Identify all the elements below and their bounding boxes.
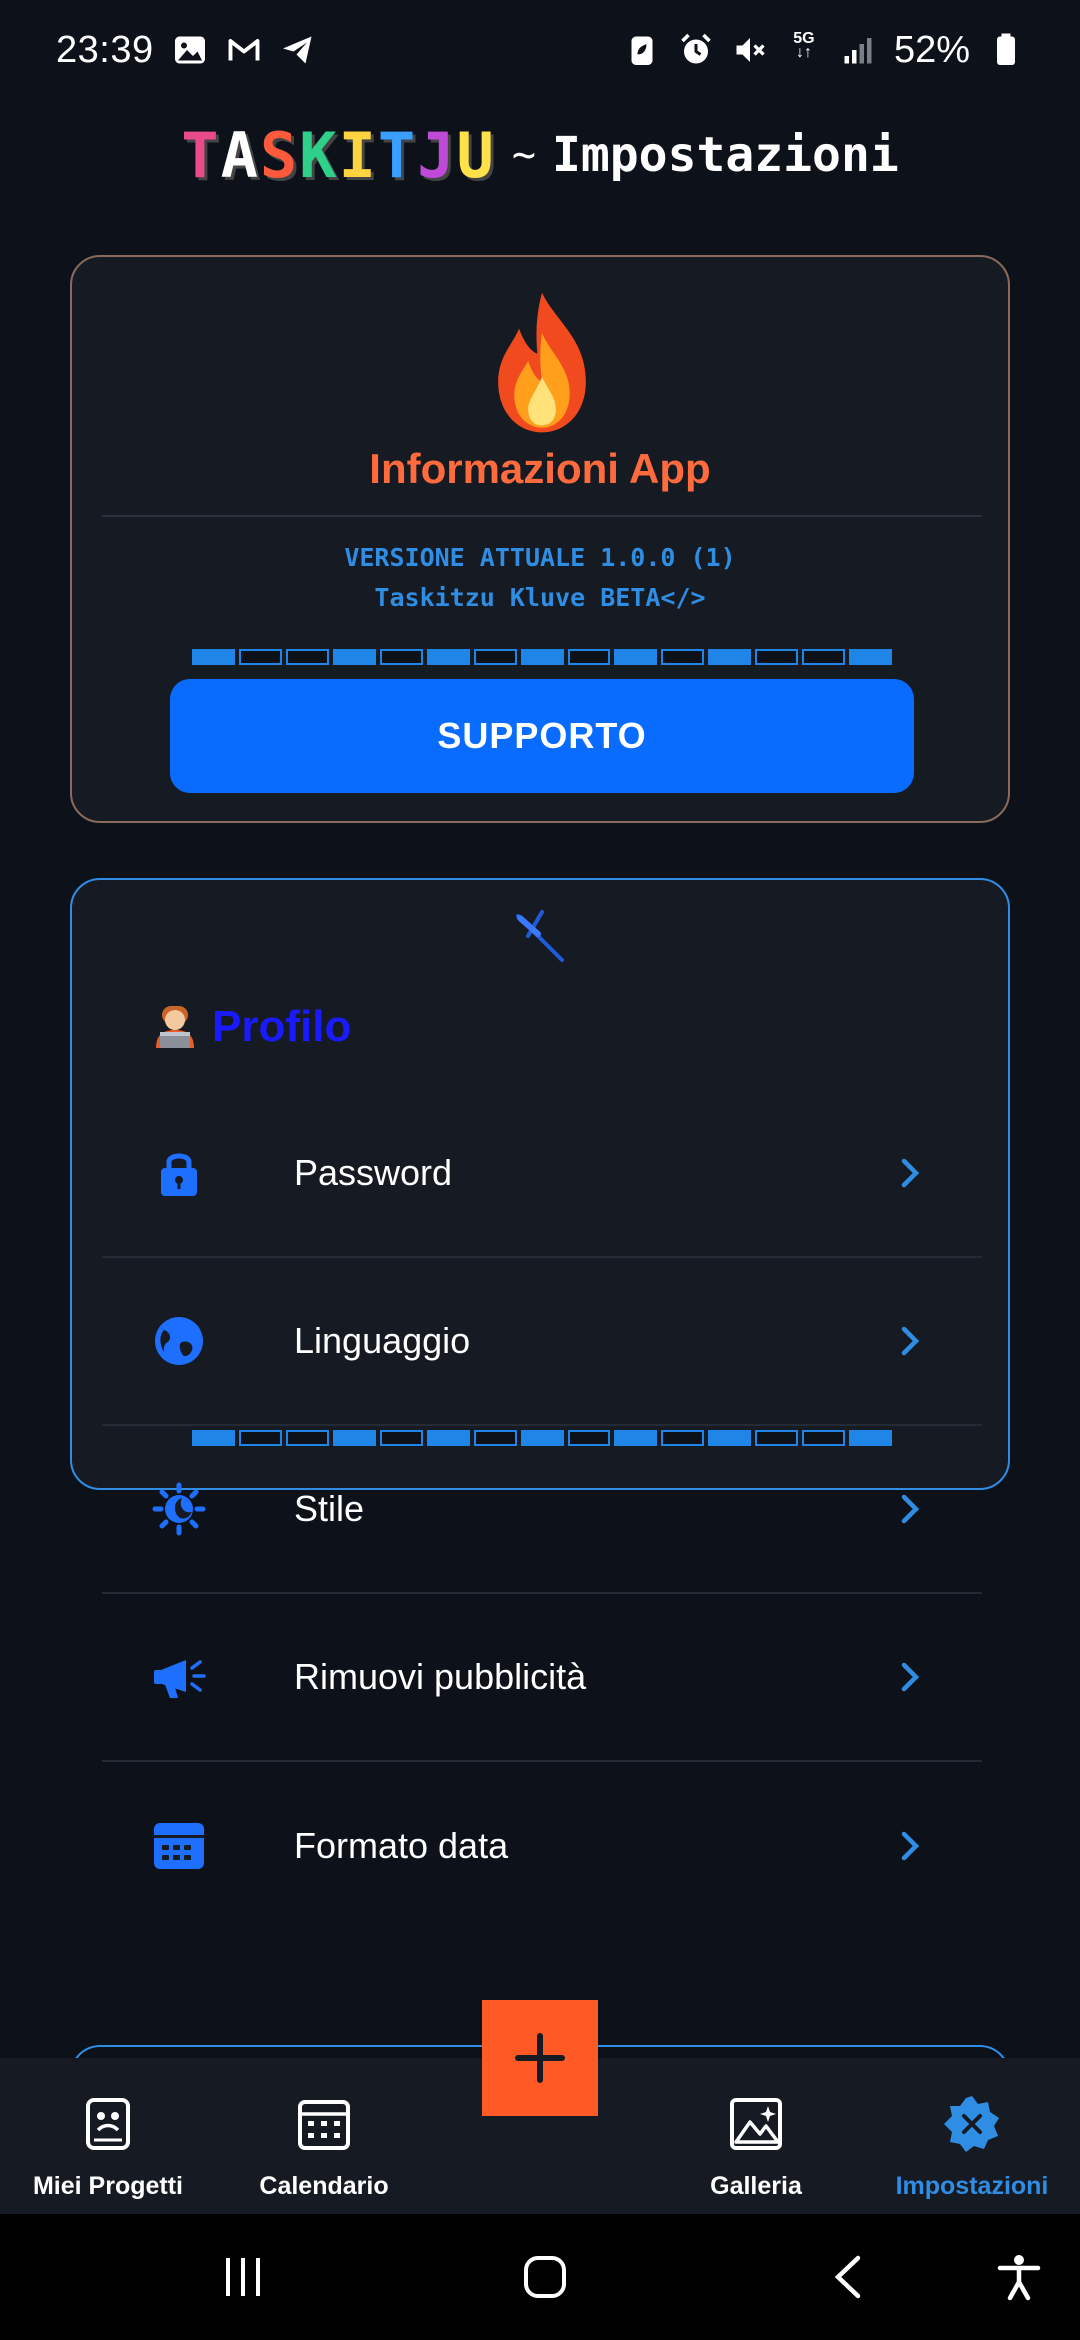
- settings-row-password[interactable]: Password: [102, 1090, 982, 1258]
- projects-icon: [86, 2098, 130, 2150]
- logo-letter: S: [259, 118, 300, 192]
- nav-item-settings[interactable]: Impostazioni: [864, 2094, 1080, 2201]
- chevron-right-icon: [901, 1326, 920, 1356]
- profile-card: Profilo Password Linguaggio Stile Rimuov…: [70, 878, 1010, 1869]
- megaphone-icon: [154, 1660, 206, 1698]
- chevron-right-icon: [901, 1494, 920, 1524]
- divider: [102, 515, 982, 517]
- app-header: TASKITJU ~ Impostazioni: [0, 110, 1080, 200]
- settings-icon: [944, 2096, 999, 2152]
- settings-row-style[interactable]: Stile: [102, 1426, 982, 1594]
- settings-row-label: Formato data: [294, 1825, 509, 1866]
- status-right: 5G ↓↑ 52%: [624, 29, 1024, 72]
- nav-item-gallery[interactable]: Galleria: [648, 2094, 864, 2201]
- page-title: Impostazioni: [551, 127, 899, 183]
- alarm-icon: [678, 32, 714, 68]
- info-card-title: Informazioni App: [369, 445, 711, 492]
- battery-icon: [988, 32, 1024, 68]
- lock-icon: [161, 1153, 197, 1196]
- home-icon[interactable]: [520, 2252, 570, 2302]
- logo-letter: A: [220, 118, 260, 192]
- nav-label: Impostazioni: [895, 2172, 1049, 2200]
- globe-icon: [155, 1317, 203, 1365]
- status-bar: 23:39 5G ↓↑ 52%: [0, 0, 1080, 100]
- plus-icon: [515, 2033, 565, 2083]
- mute-icon: [732, 32, 768, 68]
- settings-row-language[interactable]: Linguaggio: [102, 1258, 982, 1426]
- app-logo: TASKITJU: [181, 119, 496, 192]
- logo-letter: U: [456, 118, 496, 192]
- settings-row-remove-ads[interactable]: Rimuovi pubblicità: [102, 1594, 982, 1762]
- settings-list: Password Linguaggio Stile Rimuovi pubbli…: [102, 1090, 982, 1930]
- 5g-icon: 5G ↓↑: [793, 30, 815, 61]
- battery-saver-icon: [624, 32, 660, 68]
- logo-letter: J: [417, 118, 457, 192]
- chevron-right-icon: [901, 1662, 920, 1692]
- settings-row-label: Stile: [294, 1488, 365, 1529]
- build-text: Taskitzu Kluve BETA</>: [374, 583, 706, 612]
- gmail-icon: [226, 32, 262, 68]
- battery-percent: 52%: [893, 28, 970, 71]
- logo-letter: I: [338, 118, 378, 192]
- gallery-icon: [730, 2098, 782, 2150]
- decorative-strip: [192, 649, 893, 665]
- profile-title: Profilo: [212, 1002, 352, 1051]
- calendar-nav-icon: [298, 2100, 350, 2150]
- avatar-icon: [156, 1006, 194, 1048]
- back-icon[interactable]: [824, 2252, 874, 2302]
- nav-item-calendar[interactable]: Calendario: [216, 2094, 432, 2201]
- status-left: 23:39: [56, 29, 316, 72]
- version-text: VERSIONE ATTUALE 1.0.0 (1): [344, 543, 736, 572]
- calendar-icon: [154, 1823, 204, 1869]
- settings-row-label: Password: [294, 1152, 453, 1193]
- logo-letter: T: [181, 118, 221, 192]
- telegram-icon: [280, 32, 316, 68]
- nav-item-projects[interactable]: Miei Progetti: [0, 2094, 216, 2201]
- nav-label: Galleria: [710, 2172, 802, 2200]
- flame-icon: [498, 292, 586, 433]
- settings-row-label: Linguaggio: [294, 1320, 471, 1361]
- support-button[interactable]: SUPPORTO: [170, 679, 914, 793]
- signal-icon: [840, 32, 876, 68]
- nav-label: Miei Progetti: [32, 2172, 183, 2200]
- status-time: 23:39: [56, 28, 154, 71]
- header-separator: ~: [511, 132, 536, 178]
- hammer-icon: [516, 910, 564, 962]
- accessibility-icon[interactable]: [994, 2252, 1044, 2302]
- recents-icon[interactable]: [218, 2252, 268, 2302]
- profile-header: Profilo: [150, 1002, 351, 1052]
- chevron-right-icon: [901, 1831, 920, 1861]
- settings-row-label: Rimuovi pubblicità: [294, 1656, 587, 1697]
- logo-letter: K: [299, 118, 339, 192]
- network-label: 5G: [793, 30, 815, 47]
- add-button[interactable]: [482, 2000, 598, 2116]
- system-nav-bar: [0, 2214, 1080, 2340]
- logo-letter: T: [377, 118, 418, 192]
- decorative-strip: [192, 1430, 893, 1446]
- settings-row-date-format[interactable]: Formato data: [102, 1762, 982, 1930]
- theme-icon: [152, 1482, 206, 1536]
- image-icon: [172, 32, 208, 68]
- nav-label: Calendario: [259, 2172, 389, 2200]
- chevron-right-icon: [901, 1158, 920, 1188]
- app-info-card: Informazioni App VERSIONE ATTUALE 1.0.0 …: [70, 255, 1010, 823]
